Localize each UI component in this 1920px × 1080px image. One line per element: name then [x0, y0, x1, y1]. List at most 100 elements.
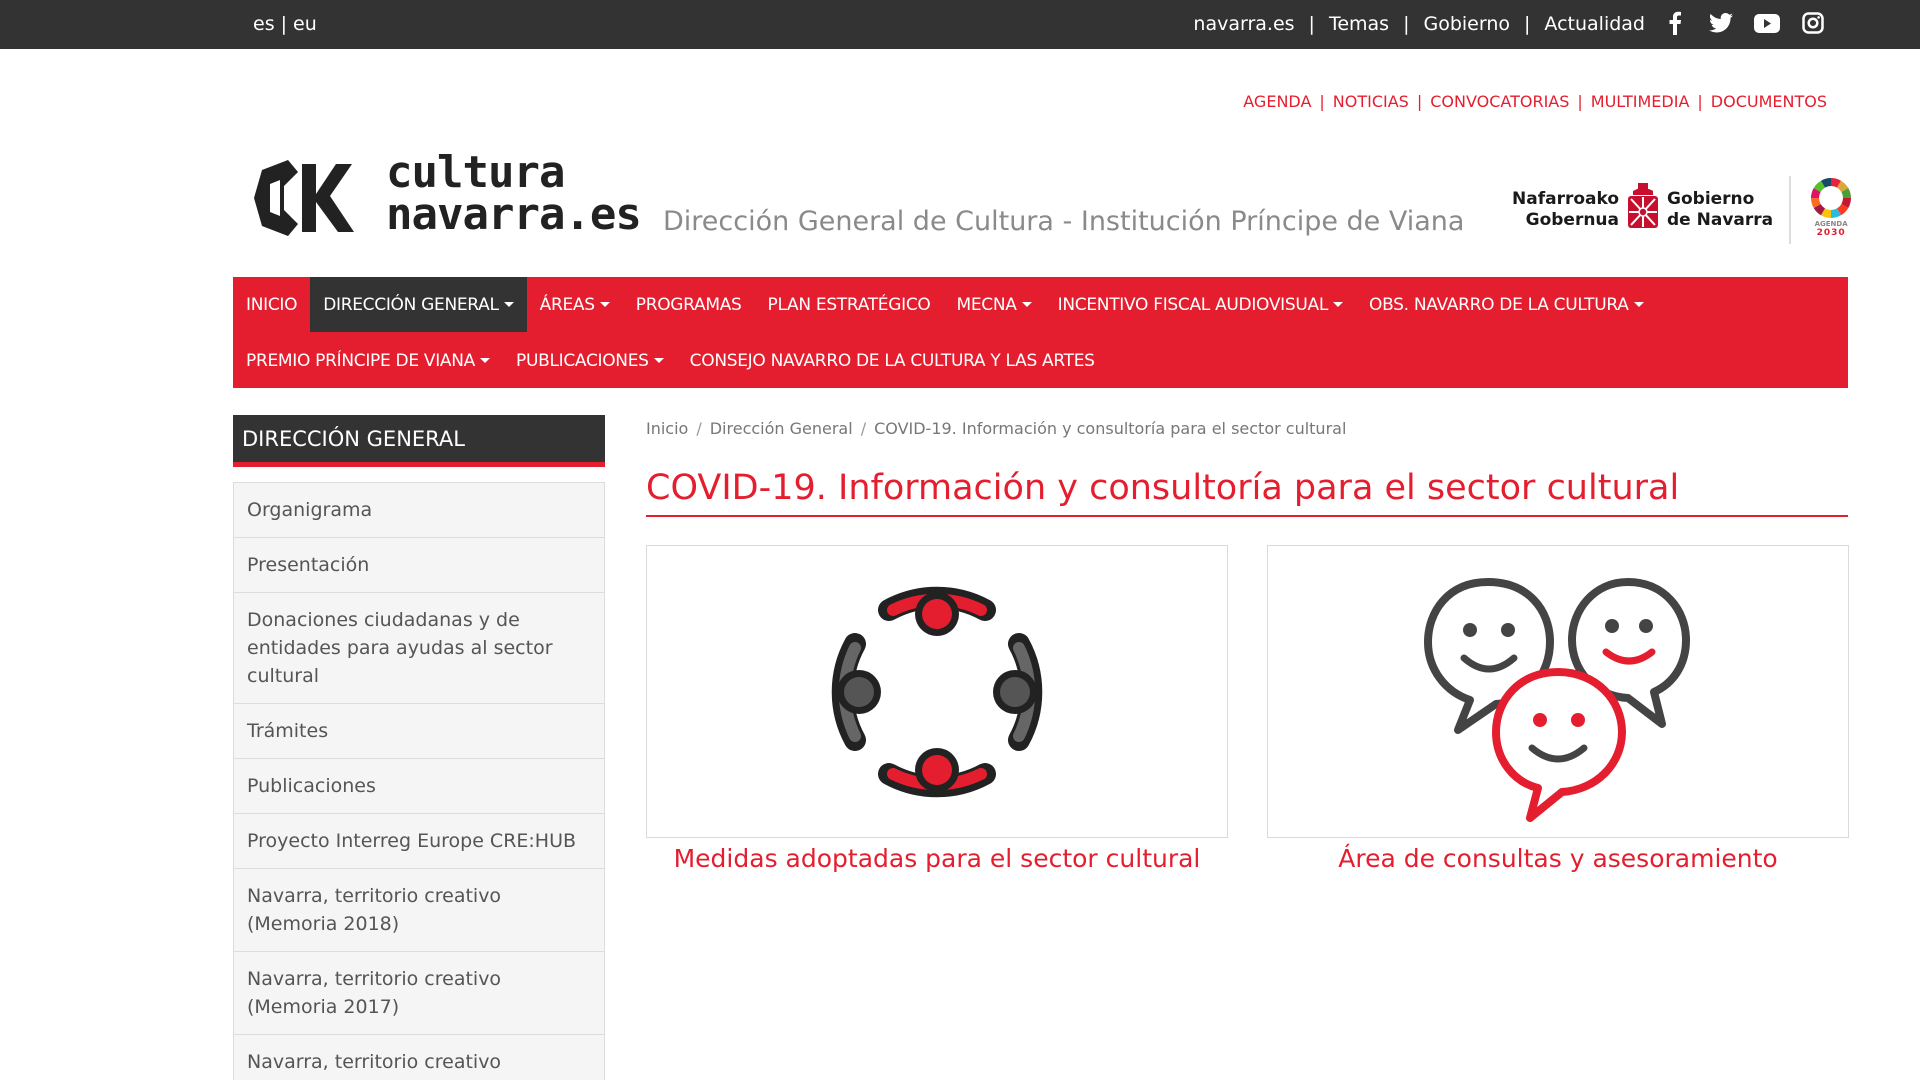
caret-down-icon — [599, 302, 610, 307]
top-link-actualidad[interactable]: Actualidad — [1544, 13, 1645, 35]
breadcrumb-separator: / — [696, 419, 702, 438]
nav-direccion-general[interactable]: DIRECCIÓN GENERAL — [310, 277, 527, 332]
top-link-gobierno[interactable]: Gobierno — [1423, 13, 1510, 35]
site-subtitle: Dirección General de Cultura - Instituci… — [663, 206, 1465, 237]
nav-label: ÁREAS — [539, 294, 595, 315]
gov-text-spanish: Gobierno de Navarra — [1667, 189, 1773, 231]
gov-basque-line2: Gobernua — [1525, 210, 1620, 230]
nav-incentivo-fiscal[interactable]: INCENTIVO FISCAL AUDIOVISUAL — [1045, 277, 1356, 332]
sidebar-item-memoria-partial[interactable]: Navarra, territorio creativo (Memoria — [233, 1035, 605, 1080]
caret-down-icon — [503, 302, 514, 307]
nav-label: INCENTIVO FISCAL AUDIOVISUAL — [1057, 294, 1329, 315]
breadcrumb-inicio[interactable]: Inicio — [646, 419, 688, 438]
sidebar-item-presentacion[interactable]: Presentación — [233, 538, 605, 593]
secondary-links: AGENDA | NOTICIAS | CONVOCATORIAS | MULT… — [1243, 92, 1827, 111]
nav-label: PROGRAMAS — [635, 294, 742, 315]
breadcrumb-current: COVID-19. Información y consultoría para… — [874, 419, 1347, 438]
nav-label: PREMIO PRÍNCIPE DE VIANA — [246, 350, 475, 371]
title-underline — [646, 515, 1848, 517]
pipe: | — [1697, 92, 1703, 111]
pipe: | — [1403, 13, 1410, 35]
top-bar: es | eu navarra.es | Temas | Gobierno | Ac… — [0, 0, 1920, 49]
sidebar-item-memoria-2017[interactable]: Navarra, territorio creativo (Memoria 20… — [233, 952, 605, 1035]
government-logo[interactable]: Nafarroako Gobernua Gobierno de Navarra — [1512, 176, 1855, 244]
caret-down-icon — [1021, 302, 1032, 307]
card-consultas[interactable] — [1267, 545, 1849, 838]
nav-label: INICIO — [246, 294, 298, 315]
nav-publicaciones[interactable]: PUBLICACIONES — [503, 333, 677, 388]
divider — [1789, 176, 1792, 244]
caret-down-icon — [1633, 302, 1644, 307]
top-link-navarra[interactable]: navarra.es — [1193, 13, 1294, 35]
pipe: | — [1319, 92, 1325, 111]
lang-separator: | — [280, 13, 287, 35]
nav-label: PLAN ESTRATÉGICO — [767, 294, 931, 315]
nav-inicio[interactable]: INICIO — [233, 277, 310, 332]
main-nav: INICIO DIRECCIÓN GENERAL ÁREAS PROGRAMAS… — [233, 277, 1848, 388]
sidebar-item-memoria-2018[interactable]: Navarra, territorio creativo (Memoria 20… — [233, 869, 605, 952]
logo-line-cultura: cultura — [386, 147, 565, 198]
agenda-label-2: 2030 — [1816, 228, 1846, 238]
twitter-icon[interactable] — [1708, 10, 1734, 36]
navarra-shield-icon — [1628, 183, 1659, 228]
nav-label: CONSEJO NAVARRO DE LA CULTURA Y LAS ARTE… — [689, 350, 1095, 371]
lang-eu[interactable]: eu — [293, 13, 317, 35]
nav-label: PUBLICACIONES — [516, 350, 649, 371]
link-noticias[interactable]: NOTICIAS — [1333, 92, 1409, 111]
sidebar-item-organigrama[interactable]: Organigrama — [233, 482, 605, 538]
breadcrumb-direccion[interactable]: Dirección General — [710, 419, 853, 438]
lang-es[interactable]: es — [253, 13, 275, 35]
card-label-consultas[interactable]: Área de consultas y asesoramiento — [1267, 844, 1849, 873]
caret-down-icon — [1333, 302, 1344, 307]
card-medidas[interactable] — [646, 545, 1228, 838]
sdg-wheel-icon — [1811, 178, 1852, 218]
nav-premio-principe[interactable]: PREMIO PRÍNCIPE DE VIANA — [233, 333, 503, 388]
pipe: | — [1524, 13, 1531, 35]
top-link-temas[interactable]: Temas — [1329, 13, 1389, 35]
agenda-label-1: AGENDA — [1814, 220, 1848, 228]
nav-mecna[interactable]: MECNA — [944, 277, 1045, 332]
nav-obs-navarro[interactable]: OBS. NAVARRO DE LA CULTURA — [1356, 277, 1657, 332]
sidebar-item-publicaciones[interactable]: Publicaciones — [233, 759, 605, 814]
pipe: | — [1308, 13, 1315, 35]
sidebar-menu: Organigrama Presentación Donaciones ciud… — [233, 482, 605, 1080]
gov-spanish-line1: Gobierno — [1667, 189, 1755, 209]
link-multimedia[interactable]: MULTIMEDIA — [1591, 92, 1690, 111]
nav-areas[interactable]: ÁREAS — [527, 277, 623, 332]
nav-row-1: INICIO DIRECCIÓN GENERAL ÁREAS PROGRAMAS… — [233, 277, 1657, 332]
site-name[interactable]: cultura navarra.es — [386, 147, 642, 240]
logo-line-navarra: navarra.es — [386, 189, 642, 240]
gov-basque-line1: Nafarroako — [1512, 189, 1620, 209]
card-label-medidas[interactable]: Medidas adoptadas para el sector cultura… — [646, 844, 1228, 873]
sidebar-title: DIRECCIÓN GENERAL — [233, 415, 605, 467]
top-links: navarra.es | Temas | Gobierno | Actualid… — [1193, 13, 1645, 35]
nav-row-2: PREMIO PRÍNCIPE DE VIANA PUBLICACIONES C… — [233, 333, 1108, 388]
youtube-icon[interactable] — [1754, 10, 1780, 36]
breadcrumb: Inicio / Dirección General / COVID-19. I… — [646, 419, 1346, 438]
nav-label: OBS. NAVARRO DE LA CULTURA — [1369, 294, 1629, 315]
link-convocatorias[interactable]: CONVOCATORIAS — [1430, 92, 1569, 111]
instagram-icon[interactable] — [1800, 10, 1826, 36]
page-title: COVID-19. Información y consultoría para… — [646, 468, 1680, 508]
sidebar-item-tramites[interactable]: Trámites — [233, 704, 605, 759]
nav-plan-estrategico[interactable]: PLAN ESTRATÉGICO — [755, 277, 944, 332]
nav-programas[interactable]: PROGRAMAS — [623, 277, 755, 332]
caret-down-icon — [653, 358, 664, 363]
social-links — [1662, 10, 1826, 36]
link-documentos[interactable]: DOCUMENTOS — [1711, 92, 1827, 111]
sidebar-item-interreg[interactable]: Proyecto Interreg Europe CRE:HUB — [233, 814, 605, 869]
pipe: | — [1416, 92, 1423, 111]
nav-label: MECNA — [956, 294, 1017, 315]
chat-smileys-icon — [1424, 577, 1690, 822]
breadcrumb-separator: / — [860, 419, 867, 438]
sidebar-item-donaciones[interactable]: Donaciones ciudadanas y de entidades par… — [233, 593, 605, 704]
ck-logo-icon[interactable] — [252, 158, 356, 238]
caret-down-icon — [480, 358, 490, 363]
people-circle-icon — [831, 586, 1043, 797]
link-agenda[interactable]: AGENDA — [1243, 92, 1311, 111]
gov-spanish-line2: de Navarra — [1667, 210, 1774, 230]
pipe: | — [1577, 92, 1583, 111]
nav-consejo-navarro[interactable]: CONSEJO NAVARRO DE LA CULTURA Y LAS ARTE… — [677, 333, 1108, 388]
facebook-icon[interactable] — [1662, 10, 1688, 36]
agenda-2030-logo[interactable]: AGENDA 2030 — [1807, 176, 1855, 244]
